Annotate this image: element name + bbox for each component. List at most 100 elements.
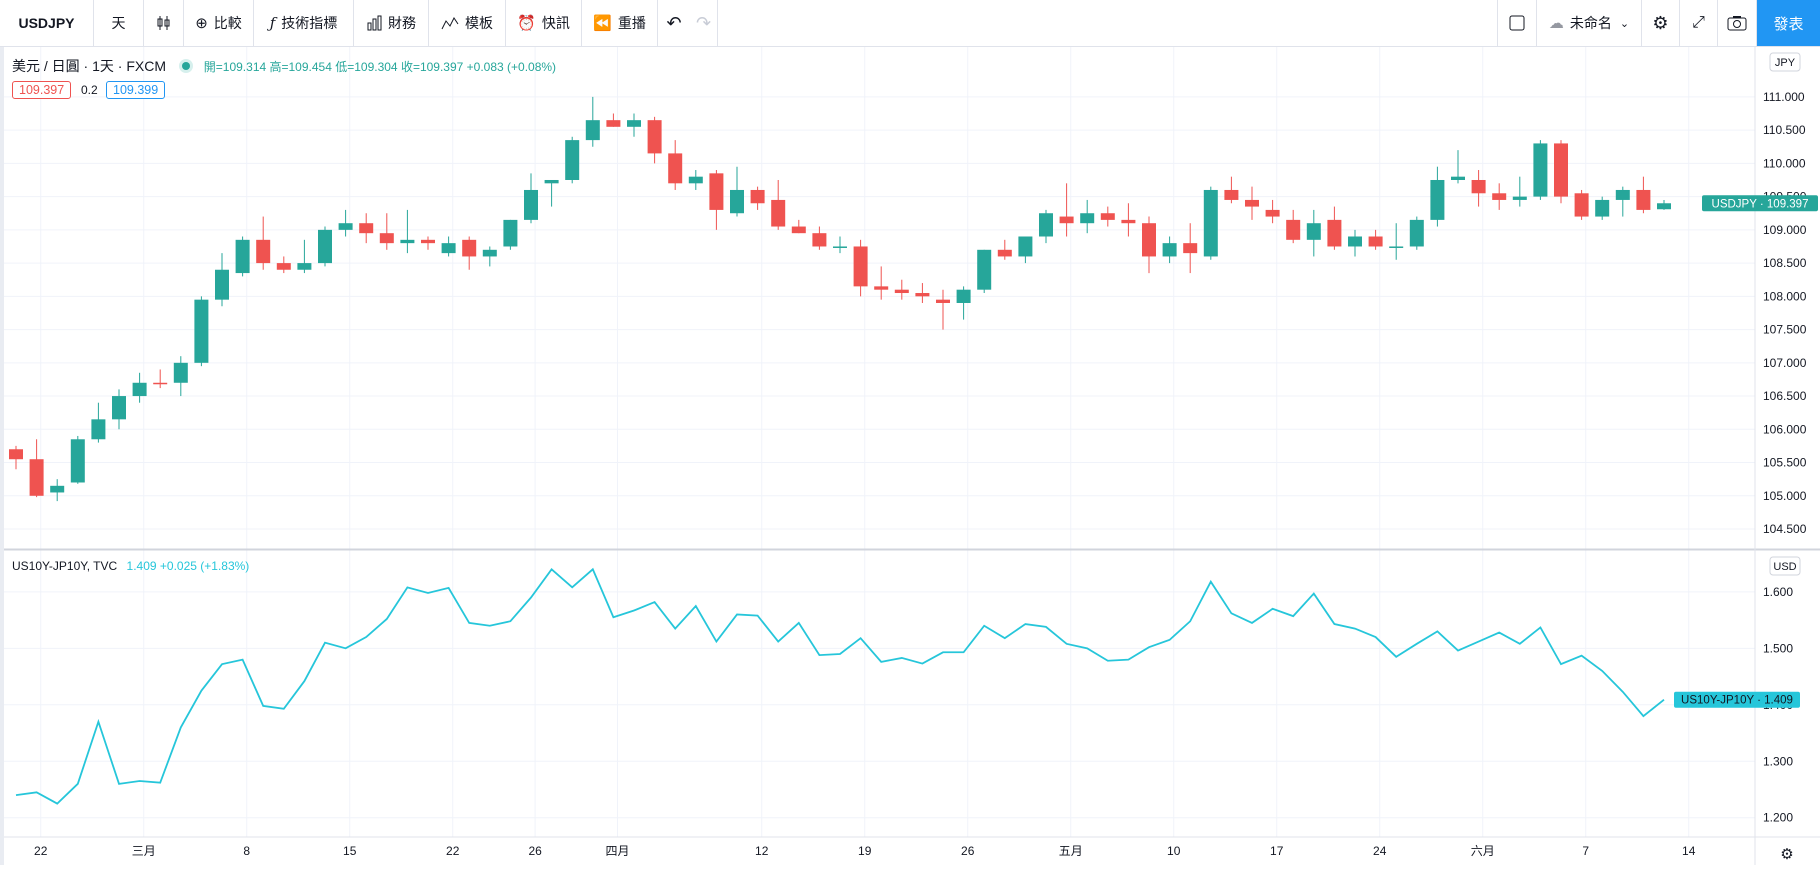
axis-settings-icon: ⚙ bbox=[1780, 846, 1793, 863]
candle-body bbox=[1636, 189, 1651, 210]
candle-body bbox=[132, 382, 147, 397]
candle-body bbox=[730, 189, 744, 214]
interval-label: 天 bbox=[111, 15, 126, 31]
price-tick-label: 1.600 bbox=[1763, 585, 1793, 599]
ask-price-button[interactable]: 109.399 bbox=[106, 81, 166, 99]
undo-icon: ↶ bbox=[666, 12, 682, 33]
financials-button[interactable]: 財務 bbox=[354, 0, 429, 46]
candle-body bbox=[997, 249, 1012, 257]
price-tick-label: 105.500 bbox=[1763, 456, 1807, 470]
templates-button[interactable]: 模板 bbox=[429, 0, 506, 46]
candle-body bbox=[1059, 216, 1074, 224]
candle-body bbox=[1595, 199, 1610, 217]
candle-body bbox=[1121, 219, 1136, 224]
market-status-icon bbox=[181, 62, 190, 70]
candle-body bbox=[112, 396, 126, 420]
price-tick-label: 110.000 bbox=[1763, 156, 1806, 170]
interval-button[interactable]: 天 bbox=[94, 0, 144, 46]
candle-body bbox=[1224, 189, 1239, 200]
candle-body bbox=[215, 269, 229, 300]
candle-body bbox=[482, 249, 497, 257]
price-tick-label: 107.000 bbox=[1763, 356, 1807, 370]
candle-body bbox=[276, 263, 291, 270]
candle-body bbox=[1451, 176, 1465, 180]
candle-body bbox=[791, 226, 806, 234]
time-tick-label: 12 bbox=[755, 844, 769, 858]
replay-button[interactable]: ⏪ 重播 bbox=[582, 0, 658, 46]
time-tick-label: 22 bbox=[446, 844, 460, 858]
publish-button[interactable]: 發表 bbox=[1757, 0, 1820, 46]
price-tick-label: 108.500 bbox=[1763, 256, 1807, 270]
candle-body bbox=[565, 140, 580, 180]
price-tick-label: 1.500 bbox=[1763, 641, 1793, 655]
time-tick-label: 19 bbox=[858, 844, 872, 858]
spread-value: 0.2 bbox=[81, 83, 98, 97]
currency-badge-label: JPY bbox=[1775, 57, 1796, 69]
candle-body bbox=[771, 199, 786, 227]
candle-body bbox=[462, 239, 477, 257]
settings-button[interactable]: ⚙ bbox=[1642, 0, 1680, 46]
alert-button[interactable]: ⏰ 快訊 bbox=[506, 0, 582, 46]
candle-body bbox=[9, 449, 23, 460]
candle-body bbox=[585, 120, 600, 141]
price-tick-label: 106.500 bbox=[1763, 389, 1807, 403]
plus-circle-icon: ⊕ bbox=[195, 15, 208, 32]
candle-body bbox=[1162, 243, 1177, 257]
undo-button[interactable]: ↶ bbox=[658, 0, 690, 46]
bid-price: 109.397 bbox=[19, 83, 65, 97]
candle-body bbox=[1018, 236, 1033, 257]
bar-chart-icon bbox=[367, 15, 382, 31]
candle-body bbox=[50, 485, 65, 493]
indicators-button[interactable]: ƒ 技術指標 bbox=[254, 0, 354, 46]
left-edge bbox=[0, 47, 4, 865]
candle-body bbox=[400, 239, 415, 244]
candle-body bbox=[338, 223, 353, 230]
price-tick-label: 104.500 bbox=[1763, 522, 1807, 536]
main-legend: 美元 / 日圓 · 1天 · FXCM 開=109.314 高=109.454 … bbox=[12, 56, 556, 76]
bid-price-button[interactable]: 109.397 bbox=[12, 81, 72, 99]
chart-canvas[interactable]: 104.500 105.000 105.500 106.000 106.500 107.0… bbox=[0, 47, 1820, 865]
sub-legend-value: 1.409 +0.025 (+1.83%) bbox=[126, 559, 250, 573]
candle-body bbox=[173, 362, 188, 383]
fullscreen-layout-button[interactable] bbox=[1497, 0, 1537, 46]
candle-body bbox=[29, 459, 44, 496]
candle-body bbox=[359, 223, 374, 234]
time-tick-label: 六月 bbox=[1471, 844, 1495, 858]
chart-area[interactable]: 104.500 105.000 105.500 106.000 106.500 107.0… bbox=[0, 47, 1820, 865]
chart-type-button[interactable] bbox=[144, 0, 184, 46]
candle-body bbox=[1512, 196, 1527, 200]
candle-body bbox=[1471, 179, 1486, 194]
candle-body bbox=[1183, 243, 1198, 254]
layout-name-button[interactable]: ☁ 未命名 ⌄ bbox=[1537, 0, 1642, 46]
candle-body bbox=[1368, 236, 1383, 247]
price-tick-label: 110.500 bbox=[1763, 123, 1806, 137]
candle-body bbox=[91, 419, 106, 440]
indicators-label: 技術指標 bbox=[281, 15, 338, 31]
candle-body bbox=[524, 189, 538, 220]
candle-body bbox=[1286, 219, 1301, 240]
time-tick-label: 四月 bbox=[606, 844, 630, 858]
candle-body bbox=[1306, 223, 1321, 240]
alert-label: 快訊 bbox=[541, 15, 570, 31]
candle-body bbox=[235, 239, 250, 274]
redo-button[interactable]: ↷ bbox=[690, 0, 718, 46]
gear-icon: ⚙ bbox=[1652, 12, 1669, 33]
symbol-search-button[interactable]: USDJPY bbox=[0, 0, 94, 46]
compare-button[interactable]: ⊕ 比較 bbox=[184, 0, 254, 46]
candle-body bbox=[256, 239, 271, 264]
candles-icon bbox=[157, 16, 169, 30]
last-value-label: US10Y-JP10Y · 1.409 bbox=[1681, 695, 1793, 707]
fx-icon: ƒ bbox=[269, 14, 276, 32]
price-tick-label: 111.000 bbox=[1763, 90, 1805, 104]
last-price-label: USDJPY · 109.397 bbox=[1712, 198, 1809, 210]
candle-body bbox=[1657, 203, 1671, 210]
candle-body bbox=[194, 299, 209, 363]
cloud-icon: ☁ bbox=[1548, 15, 1564, 32]
square-icon bbox=[1509, 15, 1525, 31]
fullscreen-button[interactable]: ⤢ bbox=[1680, 0, 1718, 46]
candle-body bbox=[1554, 143, 1568, 197]
snapshot-button[interactable] bbox=[1718, 0, 1757, 46]
redo-icon: ↷ bbox=[695, 12, 712, 33]
sub-legend-title: US10Y-JP10Y, TVC bbox=[12, 559, 118, 573]
replay-label: 重播 bbox=[617, 15, 646, 31]
